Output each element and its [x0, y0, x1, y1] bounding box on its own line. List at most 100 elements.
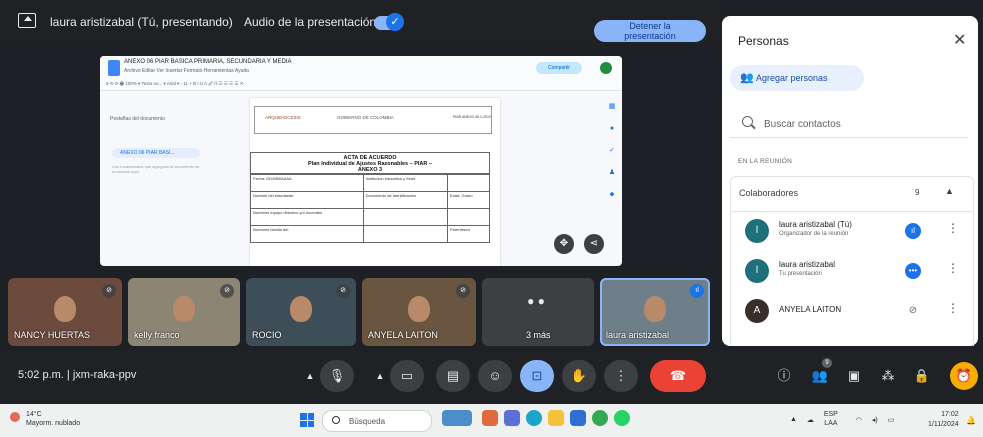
table-cell: Nombres equipo directivo y/o docentes [250, 208, 364, 226]
participant-tile[interactable]: ⊘ kelly franco [128, 278, 240, 346]
edge-icon[interactable] [526, 410, 542, 426]
participant-tile[interactable]: ⊘ NANCY HUERTAS [8, 278, 122, 346]
share-button[interactable]: Compartir [536, 62, 582, 74]
table-cell [446, 208, 491, 226]
document-menu-bar[interactable]: Archivo Editar Ver Insertar Formato Herr… [124, 68, 249, 74]
participant-tile[interactable]: ⊘ ANYELA LAITON [362, 278, 476, 346]
document-header: ANEXO 06 PIAR BASICA PRIMARIA, SECUNDARI… [100, 56, 622, 91]
table-cell: Nombre del estudiante: [250, 191, 364, 209]
hang-up-button[interactable]: ☎ [650, 360, 706, 392]
people-icon[interactable]: 👥 9 [806, 358, 834, 390]
presenter-label: laura aristizabal (Tú, presentando) [50, 15, 233, 29]
participant-name: laura aristizabal (Tú) [779, 220, 852, 229]
tray-chevron-icon[interactable]: ▲ [790, 416, 797, 423]
contacts-icon[interactable]: ♟ [606, 162, 618, 184]
more-options-icon[interactable]: ⋮ [947, 221, 959, 235]
participant-tile-self[interactable]: ıl laura aristizabal [600, 278, 710, 346]
collaborators-group-header[interactable]: Colaboradores 9 ▲ [730, 176, 974, 212]
clock-date: 1/11/2024 [928, 421, 959, 428]
search-icon [742, 116, 753, 127]
language-code: ESP [823, 411, 838, 418]
file-explorer-icon[interactable] [548, 410, 564, 426]
teams-icon[interactable] [504, 410, 520, 426]
camera-icon[interactable]: ▭ [390, 360, 424, 392]
document-toolbar[interactable]: 5 ⟲ ⟳ 🖶 100% ▾ Texto no... ▾ Arial ▾ - 1… [106, 80, 606, 88]
wifi-icon[interactable]: ◠ [856, 416, 862, 424]
captions-icon[interactable]: ▤ [436, 360, 470, 392]
table-cell: Parentesco [446, 225, 491, 243]
maps-icon[interactable]: ⬥ [606, 184, 618, 206]
language-indicator[interactable]: ESP LAA [824, 411, 846, 429]
store-icon[interactable] [570, 410, 586, 426]
onedrive-icon[interactable]: ☁ [807, 416, 814, 424]
meeting-time: 5:02 p.m. [18, 369, 64, 381]
info-icon[interactable]: ⓘ [770, 362, 798, 390]
chat-icon[interactable]: ▣ [840, 362, 868, 390]
weather-widget[interactable]: 14°C Mayorm. nublado [10, 410, 80, 428]
document-tab-chip[interactable]: ANEXO 06 PIAR BASI... [112, 148, 200, 158]
participant-row[interactable]: A ANYELA LAITON ⊘ ⋮ [731, 291, 973, 331]
search-contacts-input[interactable] [762, 114, 956, 134]
audio-level-icon: ıl [905, 223, 921, 239]
people-panel: Personas ✕ 👥 Agregar personas EN LA REUN… [722, 16, 978, 346]
microphone-icon[interactable]: 🎙 [320, 360, 354, 392]
close-icon[interactable]: ✕ [953, 30, 966, 50]
shared-document[interactable]: ANEXO 06 PIAR BASICA PRIMARIA, SECUNDARI… [100, 56, 622, 266]
document-page[interactable]: ARQUIDIOCESIS GOBIERNO DE COLOMBIA PIAR … [250, 98, 500, 266]
taskbar-search-input[interactable] [347, 413, 431, 430]
tile-name: kelly franco [134, 330, 180, 340]
keep-icon[interactable]: ● [606, 118, 618, 140]
chrome-icon[interactable] [592, 410, 608, 426]
avatar: A [745, 299, 769, 323]
presentation-audio-toggle[interactable] [374, 13, 404, 31]
more-options-icon[interactable]: ⋮ [947, 301, 959, 315]
pin-icon[interactable]: ✥ [554, 234, 574, 254]
docs-logo-icon [108, 60, 120, 76]
activities-icon[interactable]: ⁂ [874, 362, 902, 390]
tile-name: ROCIO [252, 330, 282, 340]
stop-presenting-button[interactable]: Detener la presentación [594, 20, 706, 42]
table-cell [446, 174, 491, 192]
more-options-icon[interactable]: ⋮ [947, 261, 959, 275]
participant-list: l laura aristizabal (Tú) Organizador de … [730, 211, 974, 346]
more-participants-tile[interactable]: ● ● 3 más [482, 278, 594, 346]
copilot-icon[interactable] [482, 410, 498, 426]
video-options-chevron-icon[interactable]: ▲ [372, 360, 388, 392]
volume-icon[interactable]: ◂) [872, 416, 878, 424]
participant-row[interactable]: l laura aristizabal Tu presentación ••• … [731, 251, 973, 291]
add-people-label: Agregar personas [756, 73, 828, 83]
windows-start-icon[interactable] [300, 413, 314, 427]
host-controls-icon[interactable]: 🔒 [908, 362, 936, 390]
participant-tile[interactable]: ⊘ ROCIO [246, 278, 356, 346]
audio-options-chevron-icon[interactable]: ▲ [302, 360, 318, 392]
participant-name: ANYELA LAITON [779, 305, 842, 314]
meeting-controls: 5:02 p.m. | jxm-raka-ppv ▲ 🎙 ▲ ▭ ▤ ☺ ⊡ ✋… [0, 350, 983, 402]
notification-bell-icon[interactable]: 🔔 [966, 416, 976, 425]
weather-icon [10, 412, 20, 422]
document-tabs-label: Pestañas del documento [110, 116, 166, 122]
add-people-button[interactable]: 👥 Agregar personas [730, 65, 864, 91]
table-row: Nombres familia del Parentesco [250, 225, 491, 243]
table-row: Nombres equipo directivo y/o docentes [250, 208, 491, 226]
keyboard-layout: LAA [824, 419, 838, 427]
present-screen-button[interactable]: ⊡ [520, 360, 554, 392]
participant-role: Tu presentación [779, 271, 822, 277]
widgets-icon[interactable] [442, 410, 472, 426]
header-logo-right: GOBIERNO DE COLOMBIA [337, 115, 394, 120]
table-cell: Edad: Grado [446, 191, 491, 209]
raise-hand-icon[interactable]: ✋ [562, 360, 596, 392]
tasks-icon[interactable]: ✓ [606, 140, 618, 162]
alarm-icon[interactable]: ⏰ [950, 362, 978, 390]
participant-row[interactable]: l laura aristizabal (Tú) Organizador de … [731, 211, 973, 251]
document-title[interactable]: ANEXO 06 PIAR BASICA PRIMARIA, SECUNDARI… [124, 59, 292, 65]
document-user-avatar[interactable] [600, 62, 612, 74]
more-options-icon[interactable]: ⋮ [604, 360, 638, 392]
battery-icon[interactable]: ▭ [888, 416, 895, 424]
taskbar-clock[interactable]: 17:02 1/11/2024 [928, 410, 959, 430]
calendar-icon[interactable]: ▦ [606, 96, 618, 118]
participant-video [173, 296, 195, 322]
docs-side-panel-icons: ▦ ● ✓ ♟ ⬥ [606, 96, 618, 206]
whatsapp-icon[interactable] [614, 410, 630, 426]
share-tile-icon[interactable]: ⋖ [584, 234, 604, 254]
emoji-icon[interactable]: ☺ [478, 360, 512, 392]
